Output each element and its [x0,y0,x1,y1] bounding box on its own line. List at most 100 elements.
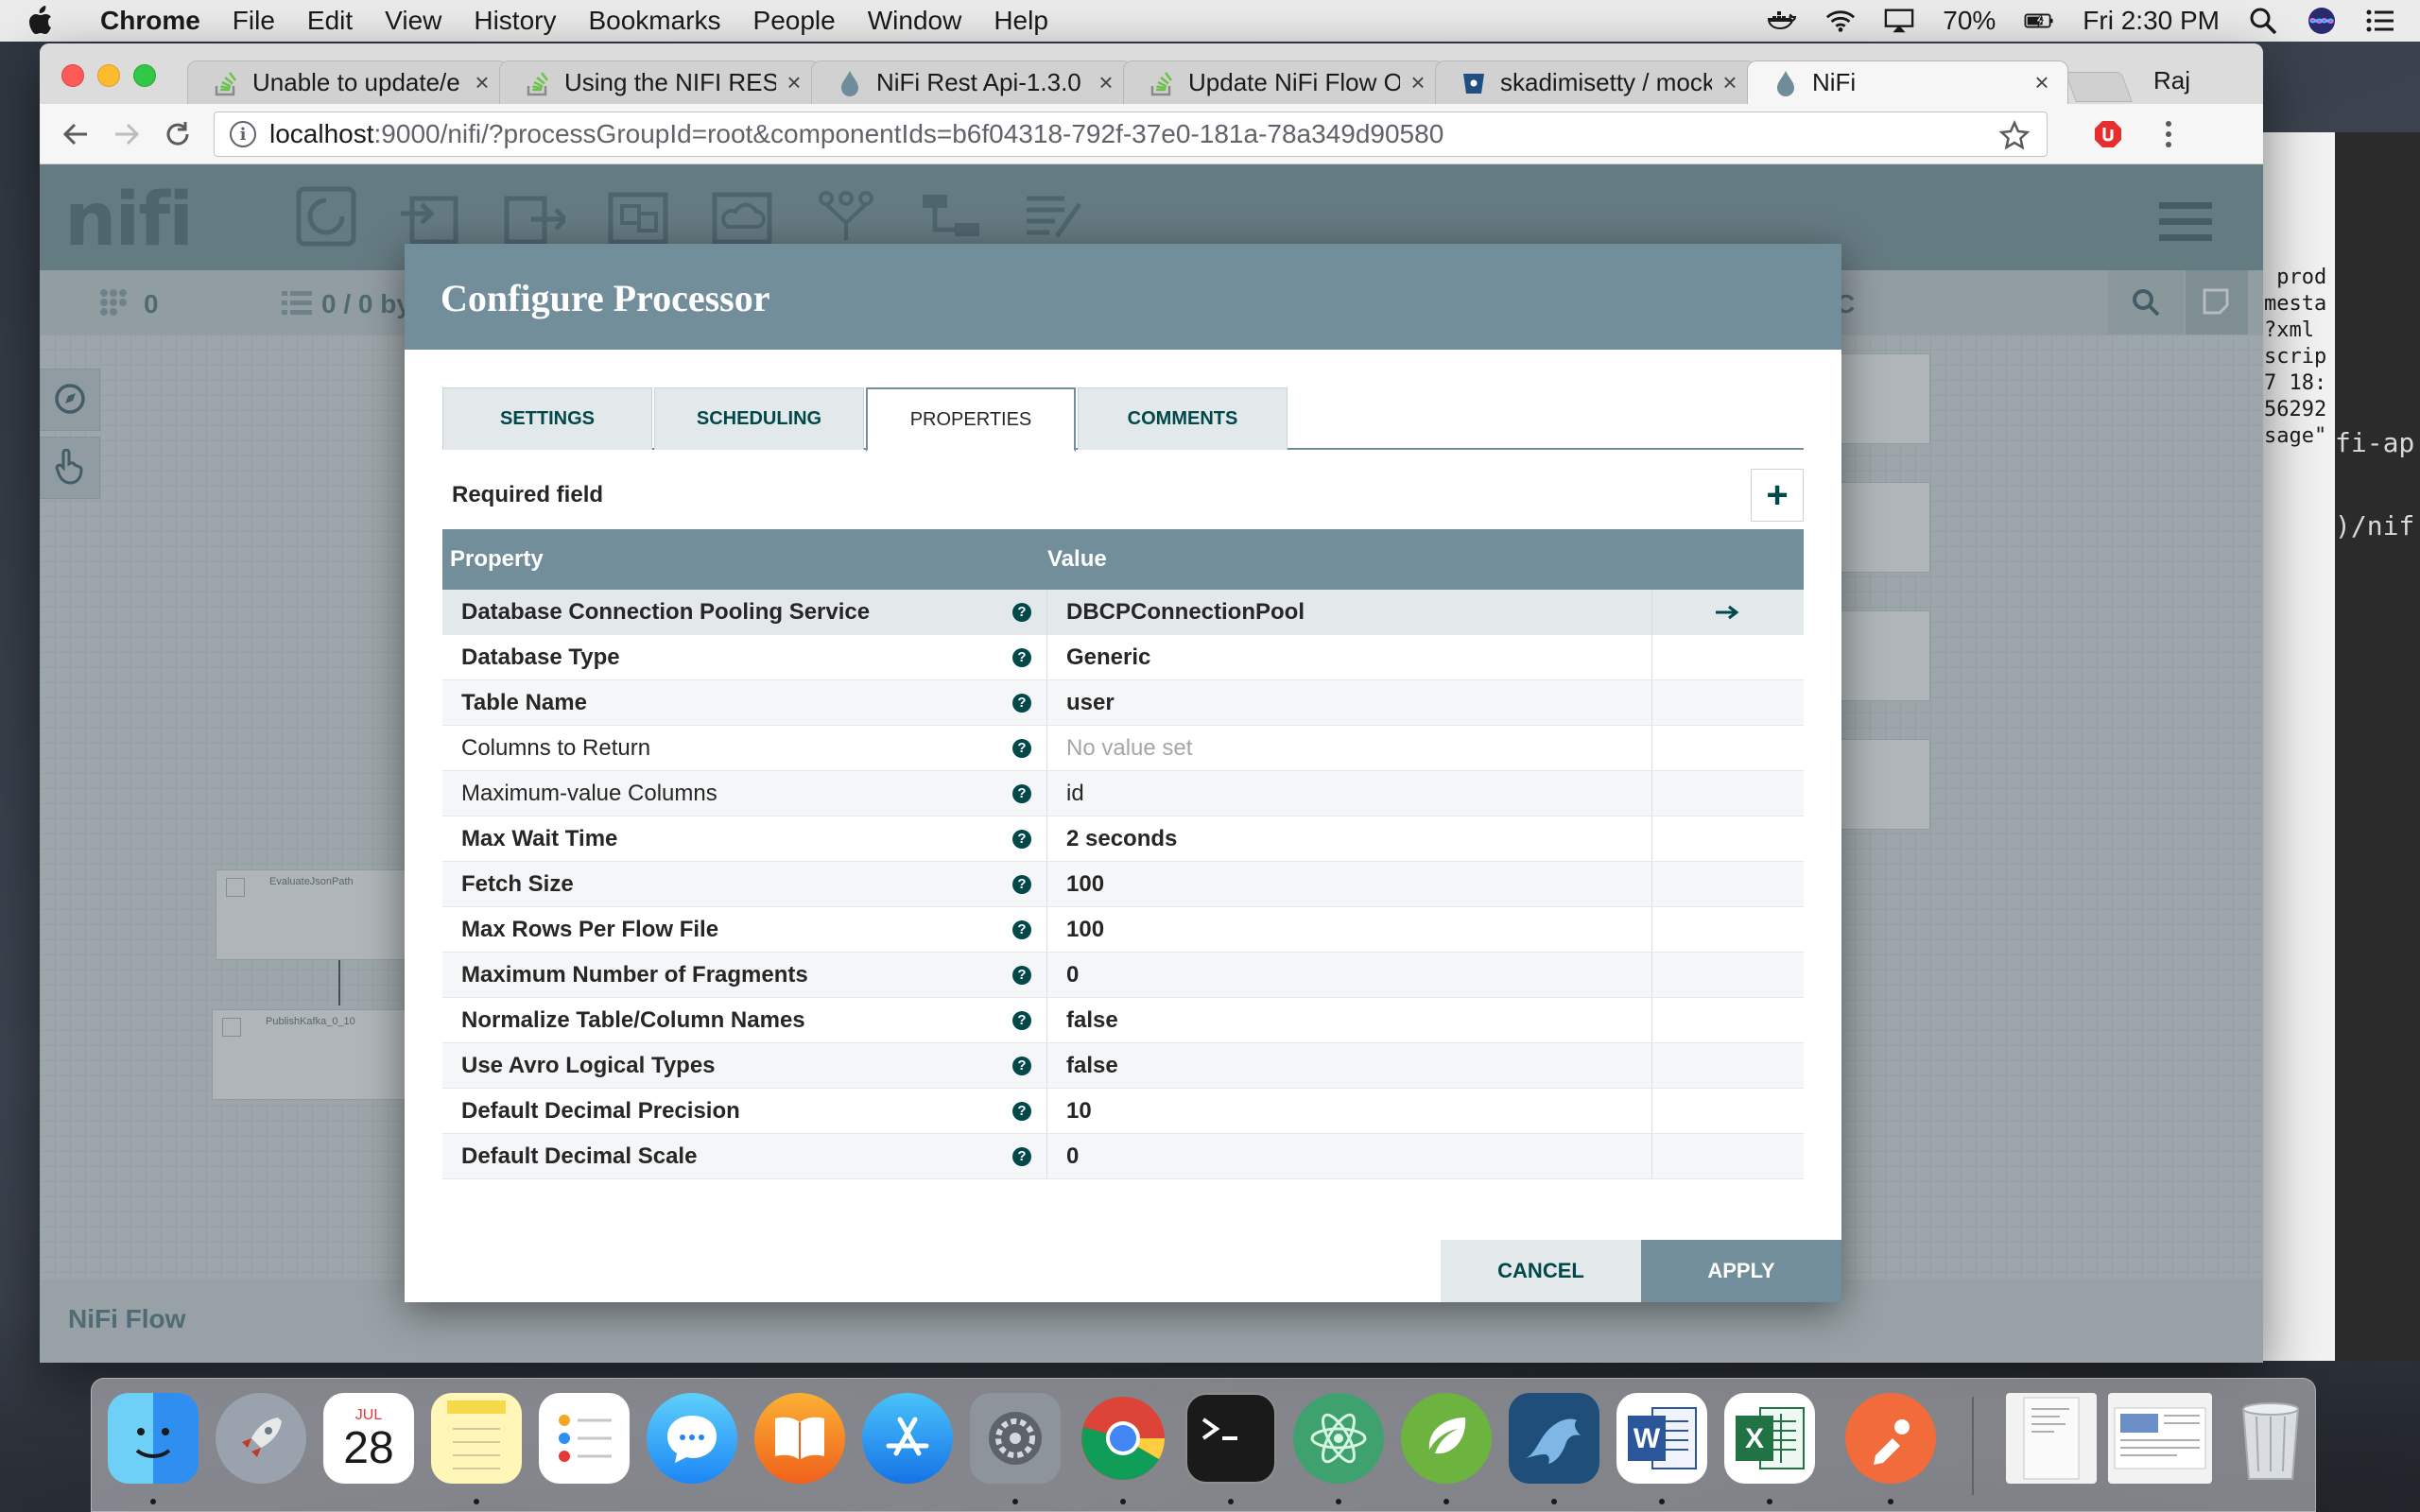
mysql-workbench-icon[interactable] [1509,1393,1599,1484]
xml-document-icon[interactable] [2006,1393,2097,1484]
notes-icon[interactable] [431,1393,522,1484]
tab-close-icon[interactable]: × [1408,68,1428,97]
column-header-property[interactable]: Property [442,546,1047,573]
browser-tab[interactable]: Update NiFi Flow O × [1123,60,1444,104]
property-value-cell[interactable]: id [1047,771,1652,816]
app-store-icon[interactable] [862,1393,953,1484]
help-icon[interactable]: ? [1012,783,1031,803]
help-icon[interactable]: ? [1012,1101,1031,1121]
menu-app-name[interactable]: Chrome [100,6,200,36]
profile-name[interactable]: Raj [2153,66,2190,95]
browser-tab[interactable]: skadimisetty / mock × [1435,60,1756,104]
tab-scheduling[interactable]: SCHEDULING [654,387,864,450]
help-icon[interactable]: ? [1012,829,1031,849]
close-window-button[interactable] [61,64,84,87]
apple-menu-icon[interactable] [28,5,57,37]
menu-people[interactable]: People [753,6,836,36]
site-info-icon[interactable]: i [230,121,256,147]
help-icon[interactable]: ? [1012,965,1031,985]
table-row[interactable]: Database Connection Pooling Service? DBCP… [442,590,1804,635]
table-row[interactable]: Maximum Number of Fragments? 0 [442,953,1804,998]
property-value-cell[interactable]: 2 seconds [1047,816,1652,861]
go-to-service-arrow-icon[interactable] [1716,605,1740,620]
bookmark-star-icon[interactable] [1998,119,2031,150]
microsoft-excel-icon[interactable]: X [1724,1393,1815,1484]
zoom-window-button[interactable] [133,64,156,87]
property-value-cell[interactable]: 100 [1047,907,1652,952]
adblock-extension-icon[interactable] [2093,119,2123,149]
forward-arrow-icon[interactable] [108,115,146,153]
atom-icon[interactable] [1293,1393,1384,1484]
table-row[interactable]: Database Type? Generic [442,635,1804,680]
help-icon[interactable]: ? [1012,919,1031,939]
new-tab-button[interactable] [2065,72,2133,102]
table-row[interactable]: Fetch Size? 100 [442,862,1804,907]
menubar-clock[interactable]: Fri 2:30 PM [2083,6,2220,36]
reload-icon[interactable] [159,115,197,153]
property-value-cell[interactable]: 100 [1047,862,1652,906]
menu-bookmarks[interactable]: Bookmarks [588,6,720,36]
property-value-cell[interactable]: 0 [1047,1134,1652,1178]
cancel-button[interactable]: CANCEL [1441,1240,1641,1302]
docker-icon[interactable] [1767,8,1797,34]
help-icon[interactable]: ? [1012,1146,1031,1166]
tab-close-icon[interactable]: × [784,68,804,97]
table-row[interactable]: Table Name? user [442,680,1804,726]
address-bar[interactable]: i localhost:9000/nifi/?processGroupId=ro… [214,112,2048,157]
battery-icon[interactable] [2024,8,2054,34]
back-arrow-icon[interactable] [57,115,95,153]
wifi-icon[interactable] [1825,8,1856,34]
column-header-value[interactable]: Value [1047,546,1652,573]
tab-close-icon[interactable]: × [472,68,493,97]
reminders-icon[interactable] [539,1393,630,1484]
property-value-cell[interactable]: DBCPConnectionPool [1047,590,1652,634]
property-value-cell[interactable]: 0 [1047,953,1652,997]
table-row[interactable]: Use Avro Logical Types? false [442,1043,1804,1089]
menu-help[interactable]: Help [994,6,1048,36]
browser-tab[interactable]: NiFi Rest Api-1.3.0 × [811,60,1132,104]
browser-tab-active[interactable]: NiFi × [1747,60,2068,104]
trash-icon[interactable] [2225,1393,2316,1484]
browser-tab[interactable]: Using the NIFI REST × [499,60,821,104]
table-row[interactable]: Normalize Table/Column Names? false [442,998,1804,1043]
menu-window[interactable]: Window [868,6,962,36]
help-icon[interactable]: ? [1012,1056,1031,1075]
downloads-stack-icon[interactable] [2108,1393,2212,1484]
airplay-icon[interactable] [1884,8,1914,34]
siri-icon[interactable] [2307,8,2337,34]
menu-history[interactable]: History [474,6,556,36]
tab-settings[interactable]: SETTINGS [442,387,652,450]
help-icon[interactable]: ? [1012,602,1031,622]
ibooks-icon[interactable] [754,1393,845,1484]
postman-icon[interactable] [1845,1393,1936,1484]
launchpad-icon[interactable] [216,1393,306,1484]
help-icon[interactable]: ? [1012,874,1031,894]
table-row[interactable]: Default Decimal Precision? 10 [442,1089,1804,1134]
tab-comments[interactable]: COMMENTS [1078,387,1288,450]
tab-close-icon[interactable]: × [1720,68,1740,97]
microsoft-word-icon[interactable]: W [1616,1393,1707,1484]
property-value-cell[interactable]: false [1047,1043,1652,1088]
table-row[interactable]: Max Rows Per Flow File? 100 [442,907,1804,953]
more-menu-icon[interactable] [2157,119,2180,149]
property-value-cell[interactable]: false [1047,998,1652,1042]
menu-file[interactable]: File [233,6,275,36]
menu-edit[interactable]: Edit [307,6,353,36]
table-row[interactable]: Default Decimal Scale? 0 [442,1134,1804,1179]
property-value-cell[interactable]: user [1047,680,1652,725]
terminal-icon[interactable] [1185,1393,1276,1484]
table-row[interactable]: Columns to Return? No value set [442,726,1804,771]
table-row[interactable]: Maximum-value Columns? id [442,771,1804,816]
help-icon[interactable]: ? [1012,693,1031,713]
property-value-cell[interactable]: 10 [1047,1089,1652,1133]
help-icon[interactable]: ? [1012,647,1031,667]
tab-close-icon[interactable]: × [1096,68,1116,97]
help-icon[interactable]: ? [1012,1010,1031,1030]
tab-close-icon[interactable]: × [2031,68,2052,97]
browser-tab[interactable]: Unable to update/e × [187,60,509,104]
add-property-button[interactable]: + [1751,469,1804,522]
table-row[interactable]: Max Wait Time? 2 seconds [442,816,1804,862]
minimize-window-button[interactable] [97,64,120,87]
finder-icon[interactable] [108,1393,199,1484]
menu-view[interactable]: View [385,6,441,36]
